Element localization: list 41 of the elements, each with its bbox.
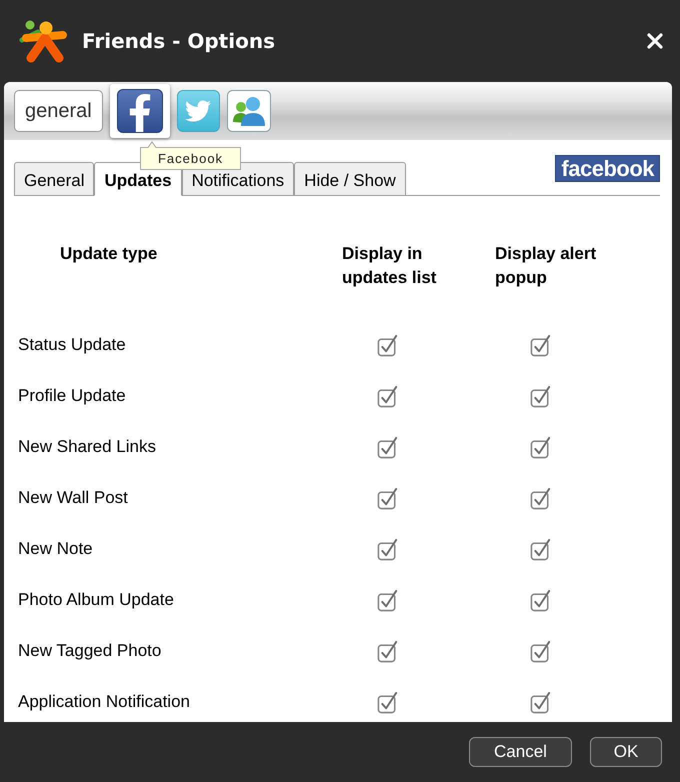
- star-figure-logo-icon: [18, 18, 68, 64]
- checkbox[interactable]: [377, 640, 400, 662]
- facebook-icon: [116, 89, 163, 133]
- row-label: New Tagged Photo: [18, 640, 162, 662]
- checkbox[interactable]: [530, 384, 553, 408]
- checkbox[interactable]: [530, 486, 553, 510]
- column-header: Display in updates list: [342, 243, 438, 289]
- bird-icon: [176, 90, 220, 132]
- row-label: Profile Update: [18, 385, 126, 408]
- tooltip: Facebook: [140, 141, 241, 170]
- checkbox[interactable]: [377, 384, 400, 408]
- row-label: New Wall Post: [18, 487, 128, 510]
- column-header: Update type: [60, 243, 158, 265]
- checkbox[interactable]: [530, 334, 553, 356]
- checkbox[interactable]: [377, 538, 400, 560]
- row-label: Status Update: [18, 334, 126, 356]
- checkbox[interactable]: [377, 486, 400, 510]
- checkbox[interactable]: [377, 588, 400, 612]
- dialog-button[interactable]: Cancel: [469, 737, 572, 767]
- checkbox[interactable]: [530, 640, 553, 662]
- checkbox[interactable]: [530, 588, 553, 612]
- column-header: Display alert popup: [495, 243, 598, 289]
- window-title: Friends - Options: [82, 28, 275, 55]
- checkbox[interactable]: [530, 538, 553, 560]
- checkbox[interactable]: [530, 436, 553, 458]
- checkbox[interactable]: [530, 690, 553, 714]
- close-icon[interactable]: [647, 33, 663, 49]
- row-label: New Note: [18, 538, 93, 560]
- brand-logo: facebook: [555, 155, 660, 182]
- tab[interactable]: General: [14, 162, 94, 196]
- row-label: New Shared Links: [18, 436, 156, 458]
- row-label: Application Notification: [18, 691, 190, 714]
- row-label: Photo Album Update: [18, 589, 174, 612]
- checkbox[interactable]: [377, 436, 400, 458]
- general-button[interactable]: general: [14, 90, 103, 132]
- account-button[interactable]: [110, 84, 170, 138]
- tab[interactable]: Hide / Show: [294, 162, 406, 196]
- people-icon: [226, 90, 271, 132]
- checkbox[interactable]: [377, 690, 400, 714]
- dialog-button[interactable]: OK: [590, 737, 662, 767]
- checkbox[interactable]: [377, 334, 400, 356]
